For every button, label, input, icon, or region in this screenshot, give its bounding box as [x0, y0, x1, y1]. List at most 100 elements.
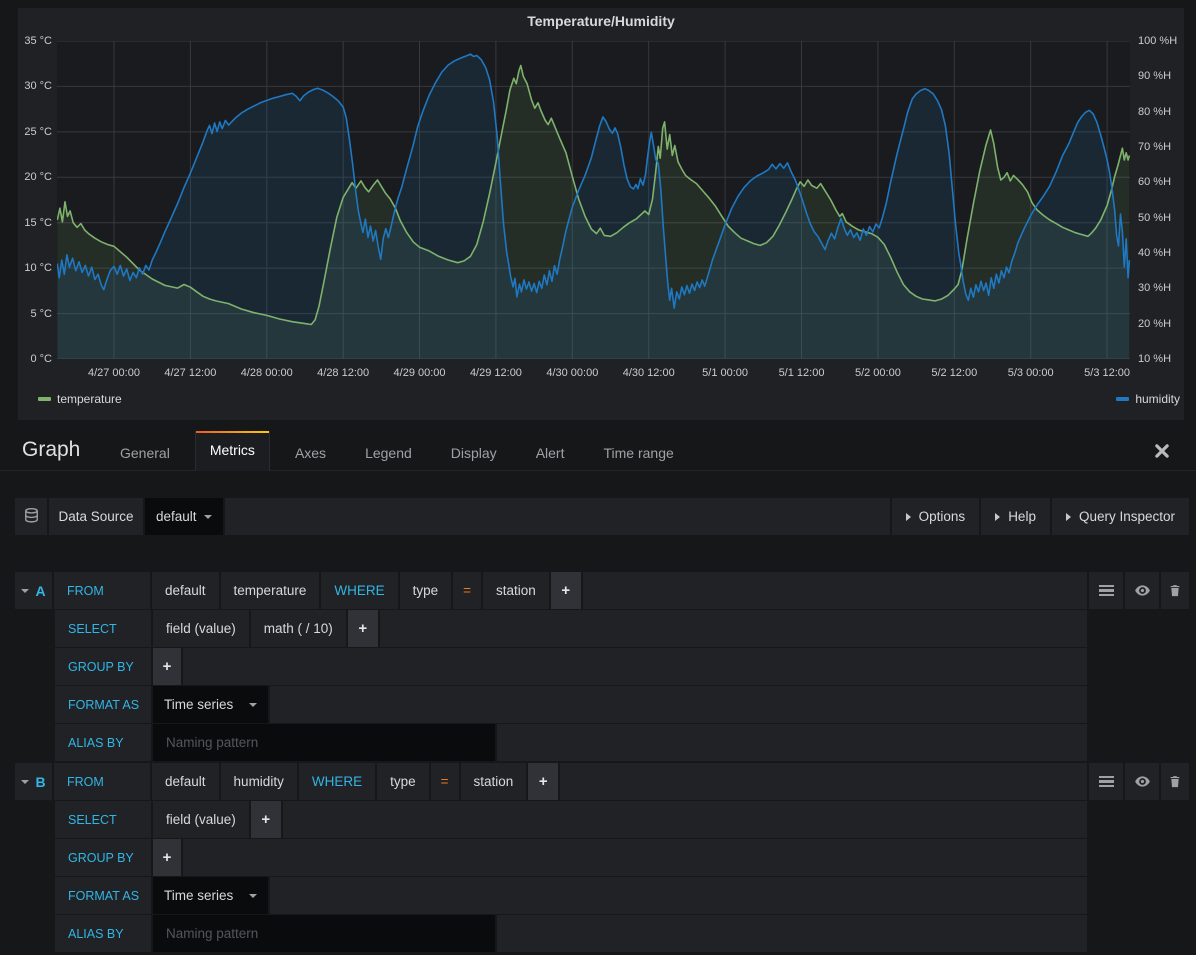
legend-label-temperature: temperature — [57, 392, 122, 406]
tab-time-range[interactable]: Time range — [589, 437, 687, 470]
alias-by-keyword: ALIAS BY — [55, 724, 151, 761]
y-left-tick-label: 5 °C — [30, 307, 52, 321]
x-tick-label: 4/30 00:00 — [530, 367, 614, 379]
from-keyword: FROM — [54, 763, 150, 800]
query-b-select-row: SELECTfield (value)+ — [55, 801, 1089, 838]
eye-icon — [1134, 582, 1151, 599]
format-as-keyword: FORMAT AS — [55, 686, 151, 723]
add-select-part-button[interactable]: + — [348, 610, 378, 647]
where-tag-key[interactable]: type — [400, 572, 452, 609]
add-select-part-button[interactable]: + — [251, 801, 281, 838]
panel-title: Temperature/Humidity — [18, 13, 1184, 29]
query-menu-button[interactable] — [1089, 572, 1123, 609]
format-as-dropdown[interactable]: Time series — [153, 686, 268, 723]
select-row-filler — [283, 801, 1087, 838]
editor-panel-type-title: Graph — [22, 438, 80, 462]
x-tick-label: 4/27 00:00 — [72, 367, 156, 379]
datasource-icon-cell — [15, 498, 47, 535]
chart-plot[interactable] — [57, 41, 1130, 359]
where-keyword: WHERE — [321, 572, 397, 609]
query-a-format-as-row: FORMAT ASTime series — [55, 686, 1089, 723]
y-left-tick-label: 30 °C — [24, 79, 52, 93]
collapse-caret-icon — [21, 589, 29, 593]
format-as-row-filler — [270, 686, 1087, 723]
x-tick-label: 4/29 00:00 — [378, 367, 462, 379]
remove-query-button[interactable] — [1161, 763, 1189, 800]
from-datasource-value[interactable]: default — [152, 763, 219, 800]
select-row-filler — [380, 610, 1087, 647]
select-math-value[interactable]: math ( / 10) — [251, 610, 346, 647]
where-operator[interactable]: = — [431, 763, 459, 800]
legend-marker-humidity — [1116, 397, 1129, 401]
close-editor-button[interactable] — [1154, 443, 1170, 459]
group-by-row-filler — [183, 648, 1087, 685]
where-keyword: WHERE — [299, 763, 375, 800]
tab-general[interactable]: General — [106, 437, 184, 470]
query-ref-letter: A — [35, 583, 45, 599]
select-keyword: SELECT — [55, 801, 151, 838]
query-b-alias-by-row: ALIAS BY — [55, 915, 1089, 952]
select-field-value[interactable]: field (value) — [153, 610, 249, 647]
x-tick-label: 4/27 12:00 — [148, 367, 232, 379]
where-tag-key[interactable]: type — [377, 763, 429, 800]
query-b-block: BFROMdefaulthumidityWHEREtype=station+SE… — [15, 763, 1189, 952]
collapse-query-b-button[interactable]: B — [15, 763, 52, 800]
toggle-query-visibility-button[interactable] — [1125, 763, 1159, 800]
legend-marker-temperature — [38, 397, 51, 401]
editor-tabbar: Graph General Metrics Axes Legend Displa… — [0, 430, 1196, 471]
remove-query-button[interactable] — [1161, 572, 1189, 609]
y-right-tick-label: 10 %H — [1138, 352, 1171, 366]
trash-icon — [1168, 583, 1182, 598]
menu-icon — [1099, 776, 1114, 787]
options-button[interactable]: Options — [892, 498, 980, 535]
help-button[interactable]: Help — [981, 498, 1050, 535]
tab-legend[interactable]: Legend — [351, 437, 426, 470]
alias-by-input[interactable] — [153, 915, 495, 952]
select-field-value[interactable]: field (value) — [153, 801, 249, 838]
datasource-dropdown[interactable]: default — [145, 498, 223, 535]
tab-axes[interactable]: Axes — [281, 437, 340, 470]
format-as-dropdown[interactable]: Time series — [153, 877, 268, 914]
add-where-condition-button[interactable]: + — [528, 763, 558, 800]
where-operator[interactable]: = — [453, 572, 481, 609]
query-b-format-as-row: FORMAT ASTime series — [55, 877, 1089, 914]
add-group-by-button[interactable]: + — [153, 839, 181, 876]
query-a-from-row: AFROMdefaulttemperatureWHEREtype=station… — [15, 572, 1189, 609]
editor-tabs: General Metrics Axes Legend Display Aler… — [106, 430, 699, 470]
x-tick-label: 4/29 12:00 — [454, 367, 538, 379]
query-inspector-button[interactable]: Query Inspector — [1052, 498, 1189, 535]
from-row-filler — [583, 572, 1087, 609]
x-tick-label: 5/3 12:00 — [1065, 367, 1149, 379]
x-tick-label: 5/1 00:00 — [683, 367, 767, 379]
tab-display[interactable]: Display — [437, 437, 511, 470]
add-group-by-button[interactable]: + — [153, 648, 181, 685]
y-axis-left: 35 °C30 °C25 °C20 °C15 °C10 °C5 °C0 °C — [18, 41, 52, 359]
from-datasource-value[interactable]: default — [152, 572, 219, 609]
query-menu-button[interactable] — [1089, 763, 1123, 800]
y-left-tick-label: 0 °C — [30, 352, 52, 366]
collapse-query-a-button[interactable]: A — [15, 572, 52, 609]
triangle-right-icon — [1066, 513, 1071, 521]
y-left-tick-label: 10 °C — [24, 261, 52, 275]
add-where-condition-button[interactable]: + — [551, 572, 581, 609]
tab-alert[interactable]: Alert — [522, 437, 579, 470]
format-as-keyword: FORMAT AS — [55, 877, 151, 914]
database-icon — [23, 507, 40, 527]
toggle-query-visibility-button[interactable] — [1125, 572, 1159, 609]
from-measurement-value[interactable]: humidity — [221, 763, 297, 800]
alias-by-keyword: ALIAS BY — [55, 915, 151, 952]
where-tag-value[interactable]: station — [461, 763, 527, 800]
alias-by-input[interactable] — [153, 724, 495, 761]
trash-icon — [1168, 774, 1182, 789]
tab-metrics[interactable]: Metrics — [195, 431, 270, 471]
legend-temperature[interactable]: temperature — [38, 392, 122, 406]
chevron-down-icon — [204, 515, 212, 519]
triangle-right-icon — [906, 513, 911, 521]
eye-icon — [1134, 773, 1151, 790]
from-measurement-value[interactable]: temperature — [221, 572, 320, 609]
y-left-tick-label: 20 °C — [24, 170, 52, 184]
alias-by-row-filler — [497, 915, 1087, 952]
query-a-block: AFROMdefaulttemperatureWHEREtype=station… — [15, 572, 1189, 761]
legend-humidity[interactable]: humidity — [1116, 392, 1180, 406]
where-tag-value[interactable]: station — [483, 572, 549, 609]
